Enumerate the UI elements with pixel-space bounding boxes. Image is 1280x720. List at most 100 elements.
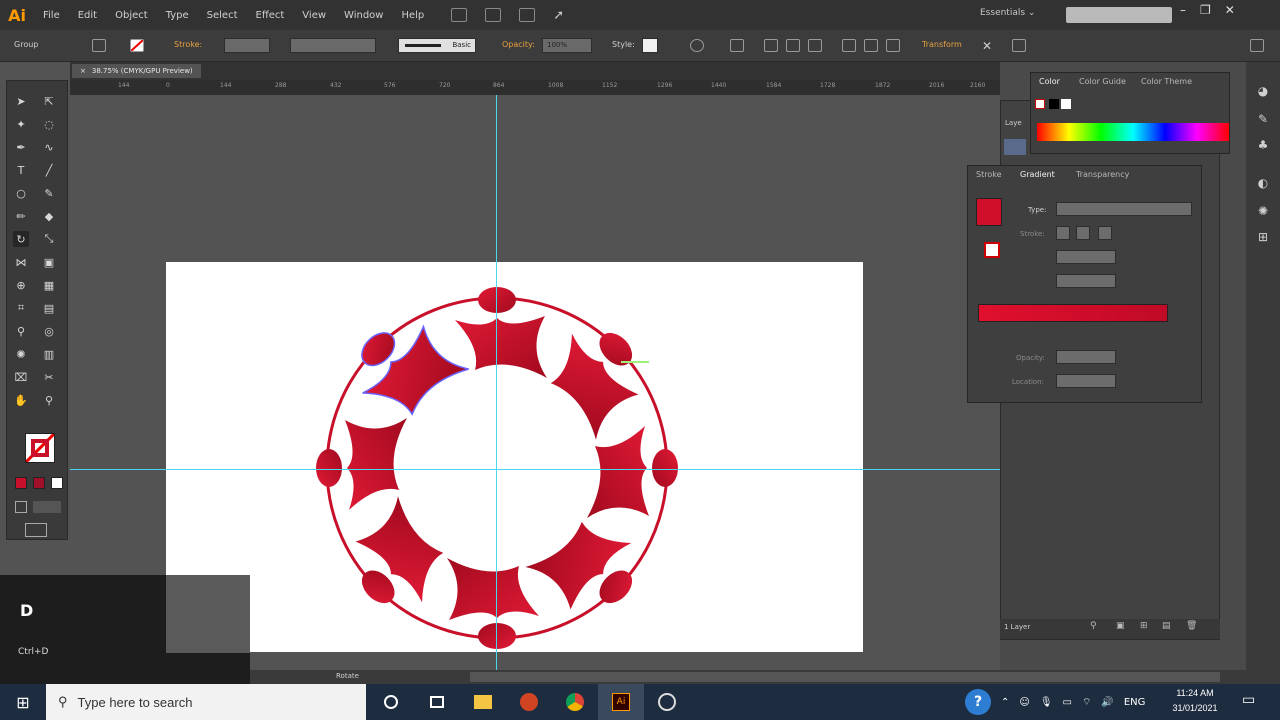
powerpoint-icon[interactable] bbox=[506, 684, 552, 720]
team-circle-logo[interactable] bbox=[166, 262, 863, 652]
vertical-guide[interactable] bbox=[496, 95, 497, 670]
stroke-across-button[interactable] bbox=[1098, 226, 1112, 240]
stroke-within-button[interactable] bbox=[1056, 226, 1070, 240]
transform-panel-icon[interactable]: ⊞ bbox=[1254, 230, 1272, 246]
brush-definition[interactable]: Basic bbox=[398, 38, 476, 53]
color-panel-icon[interactable]: ◕ bbox=[1254, 84, 1272, 100]
stroke-box[interactable] bbox=[31, 439, 49, 457]
draw-mode-icon[interactable] bbox=[15, 501, 27, 513]
illustrator-taskbar-icon[interactable]: Ai bbox=[598, 684, 644, 720]
color-spectrum[interactable] bbox=[1037, 123, 1229, 141]
people-icon[interactable]: ☺ bbox=[1019, 697, 1029, 708]
stroke-weight-field[interactable] bbox=[224, 38, 270, 53]
angle-field[interactable] bbox=[1056, 250, 1116, 264]
microphone-icon[interactable]: 🎙 bbox=[1040, 697, 1053, 708]
black-swatch[interactable] bbox=[1049, 99, 1059, 109]
selection-tool[interactable]: ➤ bbox=[13, 93, 29, 109]
scale-tool[interactable]: ⤡ bbox=[41, 231, 57, 247]
magic-wand-tool[interactable]: ✦ bbox=[13, 116, 29, 132]
graphic-styles-panel-icon[interactable]: ✺ bbox=[1254, 204, 1272, 220]
eraser-tool[interactable]: ◆ bbox=[41, 208, 57, 224]
stop-opacity-field[interactable] bbox=[1056, 350, 1116, 364]
screen-mode-icon[interactable] bbox=[25, 523, 47, 537]
recolor-artwork-icon[interactable] bbox=[690, 39, 704, 52]
artboard[interactable] bbox=[166, 262, 863, 652]
paintbrush-tool[interactable]: ✎ bbox=[41, 185, 57, 201]
tab-color-theme[interactable]: Color Theme bbox=[1141, 77, 1192, 86]
delete-layer-icon[interactable]: 🗑 bbox=[1186, 621, 1197, 631]
column-graph-tool[interactable]: ▥ bbox=[41, 346, 57, 362]
direct-selection-tool[interactable]: ⇱ bbox=[41, 93, 57, 109]
menu-edit[interactable]: Edit bbox=[69, 10, 106, 21]
align-bottom-icon[interactable] bbox=[886, 39, 900, 52]
gradient-fill-preview[interactable] bbox=[976, 198, 1002, 226]
obs-icon[interactable] bbox=[644, 684, 690, 720]
input-language[interactable]: ENG bbox=[1124, 697, 1146, 708]
opacity-label[interactable]: Opacity: bbox=[502, 40, 535, 49]
align-top-icon[interactable] bbox=[842, 39, 856, 52]
cortana-icon[interactable] bbox=[368, 684, 414, 720]
arrange-documents-icon[interactable] bbox=[519, 7, 536, 22]
help-icon[interactable]: ? bbox=[965, 689, 991, 715]
make-clipping-mask-icon[interactable]: ▣ bbox=[1116, 621, 1125, 631]
rotate-tool[interactable]: ↻ bbox=[13, 231, 29, 247]
workspace-switcher[interactable]: Essentials ⌄ bbox=[980, 8, 1035, 18]
curvature-tool[interactable]: ∿ bbox=[41, 139, 57, 155]
horizontal-ruler[interactable]: 144 0 144 288 432 576 720 864 1008 1152 … bbox=[70, 80, 1000, 95]
menu-type[interactable]: Type bbox=[157, 10, 198, 21]
zoom-tool[interactable]: ⚲ bbox=[41, 392, 57, 408]
gpu-performance-icon[interactable]: ➚ bbox=[553, 8, 564, 23]
draw-behind-icon[interactable] bbox=[33, 501, 61, 513]
windows-start-button[interactable]: ⊞ bbox=[0, 684, 46, 720]
opacity-field[interactable]: 100% bbox=[542, 38, 592, 53]
notification-icon[interactable]: ▭ bbox=[1242, 692, 1262, 710]
tab-transparency[interactable]: Transparency bbox=[1076, 170, 1129, 179]
pen-tool[interactable]: ✒ bbox=[13, 139, 29, 155]
new-layer-icon[interactable]: ▤ bbox=[1162, 621, 1171, 631]
align-middle-icon[interactable] bbox=[864, 39, 878, 52]
bridge-icon[interactable] bbox=[451, 7, 468, 22]
stroke-along-button[interactable] bbox=[1076, 226, 1090, 240]
gradient-type-dropdown[interactable] bbox=[1056, 202, 1192, 216]
tab-gradient[interactable]: Gradient bbox=[1020, 170, 1055, 179]
chrome-icon[interactable] bbox=[552, 684, 598, 720]
gradient-stroke-preview[interactable] bbox=[984, 242, 1000, 258]
tab-color[interactable]: Color bbox=[1039, 77, 1060, 86]
stroke-label[interactable]: Stroke: bbox=[174, 40, 202, 49]
layer-thumbnail[interactable] bbox=[1004, 139, 1026, 155]
file-explorer-icon[interactable] bbox=[460, 684, 506, 720]
menu-select[interactable]: Select bbox=[198, 10, 247, 21]
symbol-sprayer-tool[interactable]: ✺ bbox=[13, 346, 29, 362]
gradient-tool[interactable]: ▤ bbox=[41, 300, 57, 316]
arrange-icon[interactable] bbox=[1012, 39, 1026, 52]
fill-stroke-swatch[interactable] bbox=[24, 432, 59, 467]
menu-window[interactable]: Window bbox=[335, 10, 392, 21]
transform-link[interactable]: Transform bbox=[922, 40, 962, 49]
none-mode-button[interactable] bbox=[51, 477, 63, 489]
align-right-icon[interactable] bbox=[808, 39, 822, 52]
eyedropper-tool[interactable]: ⚲ bbox=[13, 323, 29, 339]
artboard-tool[interactable]: ⌧ bbox=[13, 369, 29, 385]
variable-width-profile[interactable] bbox=[290, 38, 376, 53]
align-to-icon[interactable] bbox=[730, 39, 744, 52]
horizontal-scrollbar[interactable] bbox=[470, 672, 1220, 682]
gradient-slider[interactable] bbox=[978, 304, 1168, 322]
width-tool[interactable]: ⋈ bbox=[13, 254, 29, 270]
new-sublayer-icon[interactable]: ⊞ bbox=[1140, 621, 1148, 631]
task-view-icon[interactable] bbox=[414, 684, 460, 720]
perspective-grid-tool[interactable]: ▦ bbox=[41, 277, 57, 293]
wifi-icon[interactable]: ⌔ bbox=[1082, 696, 1091, 709]
search-input[interactable] bbox=[1066, 7, 1172, 23]
lasso-tool[interactable]: ◌ bbox=[41, 116, 57, 132]
restore-button[interactable]: ❐ bbox=[1200, 3, 1211, 17]
mesh-tool[interactable]: ⌗ bbox=[13, 300, 29, 316]
line-segment-tool[interactable]: ╱ bbox=[41, 162, 57, 178]
close-button[interactable]: ✕ bbox=[1225, 3, 1235, 17]
ellipse-tool[interactable]: ○ bbox=[13, 185, 29, 201]
stroke-swatch[interactable] bbox=[130, 39, 144, 52]
menu-view[interactable]: View bbox=[293, 10, 335, 21]
locate-object-icon[interactable]: ⚲ bbox=[1090, 621, 1097, 631]
align-left-icon[interactable] bbox=[764, 39, 778, 52]
style-swatch[interactable] bbox=[642, 38, 658, 53]
color-mode-button[interactable] bbox=[15, 477, 27, 489]
